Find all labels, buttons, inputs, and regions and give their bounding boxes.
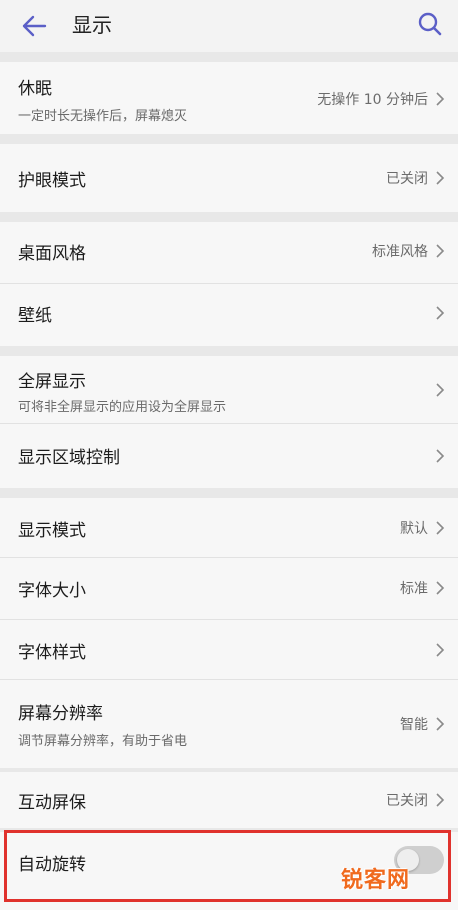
setting-value: 已关闭	[386, 171, 428, 187]
setting-row-wallpaper[interactable]: 壁纸	[0, 284, 458, 346]
chevron-right-icon	[436, 521, 445, 535]
setting-title: 护眼模式	[18, 171, 86, 191]
setting-value: 标准	[400, 581, 428, 597]
chevron-right-icon	[436, 244, 445, 258]
setting-value: 标准风格	[372, 244, 428, 260]
chevron-right-icon	[436, 306, 445, 320]
setting-row-home-style[interactable]: 桌面风格 标准风格	[0, 222, 458, 284]
arrow-left-icon	[22, 15, 47, 37]
group-home-style: 桌面风格 标准风格 壁纸	[0, 222, 458, 346]
setting-title: 全屏显示	[18, 372, 86, 392]
chevron-right-icon	[436, 171, 445, 185]
setting-row-font-size[interactable]: 字体大小 标准	[0, 558, 458, 620]
setting-subtitle: 调节屏幕分辨率，有助于省电	[18, 734, 188, 749]
chevron-right-icon	[436, 643, 445, 657]
group-screensaver: 互动屏保 已关闭	[0, 772, 458, 828]
chevron-right-icon	[436, 92, 445, 106]
watermark-text: 锐客网	[340, 868, 410, 893]
setting-value: 已关闭	[386, 793, 428, 809]
chevron-right-icon	[436, 449, 445, 463]
search-button[interactable]	[412, 6, 448, 42]
back-button[interactable]	[16, 8, 52, 44]
setting-row-sleep[interactable]: 休眠 一定时长无操作后，屏幕熄灭 无操作 10 分钟后	[0, 62, 458, 134]
setting-value: 默认	[400, 521, 428, 537]
setting-row-eye-comfort[interactable]: 护眼模式 已关闭	[0, 144, 458, 212]
setting-title: 休眠	[18, 79, 52, 99]
setting-title: 壁纸	[18, 306, 52, 326]
setting-value: 智能	[400, 717, 428, 733]
setting-title: 互动屏保	[18, 793, 86, 813]
display-settings-screen: 显示 休眠 一定时长无操作后，屏幕熄灭 无操作 10 分钟后 护眼模式 已关闭	[0, 0, 458, 910]
group-eye-comfort: 护眼模式 已关闭	[0, 144, 458, 212]
chevron-right-icon	[436, 717, 445, 731]
app-header: 显示	[0, 0, 458, 52]
chevron-right-icon	[436, 383, 445, 397]
setting-row-font-style[interactable]: 字体样式	[0, 620, 458, 680]
setting-subtitle: 可将非全屏显示的应用设为全屏显示	[18, 400, 227, 415]
chevron-right-icon	[436, 581, 445, 595]
setting-title: 显示模式	[18, 521, 86, 541]
group-display-mode: 显示模式 默认 字体大小 标准 字体样式 屏幕分辨率 调节屏幕分辨率，有助于省电…	[0, 498, 458, 768]
page-title: 显示	[72, 13, 112, 37]
setting-value: 无操作 10 分钟后	[317, 92, 428, 108]
setting-row-screensaver[interactable]: 互动屏保 已关闭	[0, 772, 458, 828]
setting-row-display-area[interactable]: 显示区域控制	[0, 424, 458, 488]
setting-row-full-screen[interactable]: 全屏显示 可将非全屏显示的应用设为全屏显示	[0, 356, 458, 424]
setting-title: 显示区域控制	[18, 448, 120, 468]
setting-row-display-mode[interactable]: 显示模式 默认	[0, 498, 458, 558]
setting-row-resolution[interactable]: 屏幕分辨率 调节屏幕分辨率，有助于省电 智能	[0, 680, 458, 768]
chevron-right-icon	[436, 793, 445, 807]
setting-title: 字体大小	[18, 581, 86, 601]
group-sleep: 休眠 一定时长无操作后，屏幕熄灭 无操作 10 分钟后	[0, 62, 458, 134]
setting-title: 自动旋转	[18, 855, 86, 875]
group-full-screen: 全屏显示 可将非全屏显示的应用设为全屏显示 显示区域控制	[0, 356, 458, 488]
search-icon	[418, 12, 442, 36]
setting-title: 屏幕分辨率	[18, 704, 103, 724]
setting-title: 桌面风格	[18, 244, 86, 264]
setting-subtitle: 一定时长无操作后，屏幕熄灭	[18, 109, 188, 124]
setting-title: 字体样式	[18, 643, 86, 663]
